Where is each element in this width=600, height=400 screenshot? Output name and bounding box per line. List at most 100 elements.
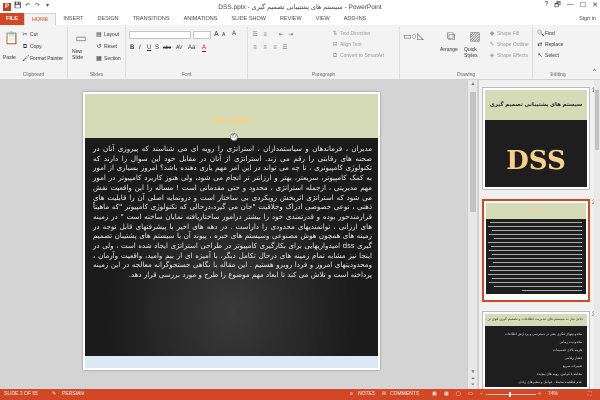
normal-view-icon[interactable]: ▣ xyxy=(432,389,437,400)
thumbnail-subtitle: DSS xyxy=(506,146,566,176)
tab-animations[interactable]: ANIMATIONS xyxy=(177,13,225,25)
close-button[interactable]: ✕ xyxy=(592,1,598,12)
tab-file[interactable]: FILE xyxy=(0,13,24,25)
font-color-button[interactable]: A xyxy=(202,45,207,52)
paint-bucket-icon: ◆ xyxy=(489,31,495,37)
thumbnails-scrollbar-thumb[interactable] xyxy=(595,90,599,150)
notes-button[interactable]: NOTES xyxy=(358,389,375,400)
sign-in-link[interactable]: Sign in xyxy=(579,13,596,25)
paste-button[interactable]: Paste xyxy=(3,55,16,61)
justify-button[interactable]: ☰ xyxy=(282,45,288,51)
character-spacing-button[interactable]: AV xyxy=(176,45,182,51)
numbering-button[interactable]: ≡ xyxy=(262,32,268,38)
shape-fill-button[interactable]: ◆ Shape Fill xyxy=(489,31,520,37)
slide-title[interactable]: مقدمه xyxy=(85,112,378,127)
maximize-button[interactable]: ☐ xyxy=(580,1,586,12)
zoom-slider-handle[interactable] xyxy=(509,392,511,397)
arrange-button[interactable]: Arrange xyxy=(440,47,458,53)
zoom-out-icon[interactable]: − xyxy=(480,389,483,400)
reading-view-icon[interactable]: ▢ xyxy=(456,389,461,400)
tab-review[interactable]: REVIEW xyxy=(273,13,309,25)
slide-thumbnail-3[interactable]: دلایل نیاز به سیستم های مدیریت اطلاعات و… xyxy=(482,311,590,389)
slide-show-icon[interactable]: ▭ xyxy=(468,389,473,400)
zoom-in-icon[interactable]: + xyxy=(538,389,541,400)
reset-label: Reset xyxy=(104,44,118,50)
shadow-button[interactable]: S xyxy=(155,45,159,51)
tab-slide-show[interactable]: SLIDE SHOW xyxy=(224,13,273,25)
quick-styles-icon[interactable]: ▨ xyxy=(468,29,482,43)
italic-button[interactable]: I xyxy=(139,45,141,51)
slide-content-placeholder[interactable]: مدیران ، فرماندهان و سیاستمداران ، استرا… xyxy=(85,138,378,356)
slide-sorter-icon[interactable]: ▦ xyxy=(444,389,449,400)
text-direction-button[interactable]: ⇅ Text Direction xyxy=(332,31,370,37)
new-slide-button[interactable]: New Slide xyxy=(72,49,94,61)
tab-view[interactable]: VIEW xyxy=(309,13,337,25)
quick-styles-button[interactable]: Quick Styles xyxy=(464,47,486,59)
slide-title-placeholder[interactable]: مقدمه xyxy=(85,94,378,138)
shapes-gallery[interactable]: ▭○◺ xyxy=(403,31,424,42)
font-group: A A A B I U S abc AV Aa A Font xyxy=(126,27,248,78)
current-slide[interactable]: مقدمه مدیران ، فرماندهان و سیاستمداران ،… xyxy=(83,92,380,370)
align-center-button[interactable]: ≡ xyxy=(262,45,268,51)
spell-check-icon[interactable]: ✎ xyxy=(52,389,56,400)
bold-button[interactable]: B xyxy=(130,45,134,51)
align-left-button[interactable]: ≡ xyxy=(252,45,258,51)
fit-to-window-icon[interactable]: ⛶ xyxy=(588,389,592,400)
slide-thumbnail-1[interactable]: سیستم های پشتیبانی تصمیم گیری DSS xyxy=(482,87,590,190)
ribbon-display-options-button[interactable]: 🗗 xyxy=(554,1,561,12)
tab-transitions[interactable]: TRANSITIONS xyxy=(126,13,177,25)
tab-home[interactable]: HOME xyxy=(23,13,57,25)
comments-button[interactable]: COMMENTS xyxy=(390,389,419,400)
replace-button[interactable]: ⇄ Replace xyxy=(537,42,563,48)
align-text-button[interactable]: ⊟ Align Text xyxy=(332,42,362,48)
increase-indent-button[interactable]: ⇥ xyxy=(288,32,294,38)
change-case-button[interactable]: Aa xyxy=(188,45,195,51)
decrease-font-size-button[interactable]: A xyxy=(222,32,225,38)
scrollbar-thumb[interactable] xyxy=(470,92,476,212)
tab-design[interactable]: DESIGN xyxy=(91,13,126,25)
paragraph-group-label: Paragraph xyxy=(311,72,336,78)
copy-icon: ⧉ xyxy=(22,44,28,50)
minimize-button[interactable]: — xyxy=(567,1,574,12)
thumbnail-text-line xyxy=(491,246,582,247)
rotate-handle-icon[interactable]: ↻ xyxy=(230,133,238,141)
font-name-select[interactable] xyxy=(129,31,191,39)
help-button[interactable]: ? xyxy=(544,1,548,12)
strikethrough-button[interactable]: abc xyxy=(163,45,171,51)
scroll-up-icon[interactable]: ▲ xyxy=(468,81,478,87)
tab-add-ins[interactable]: ADD-INS xyxy=(337,13,374,25)
copy-button[interactable]: ⧉ Copy xyxy=(22,44,42,50)
shape-outline-button[interactable]: ✎ Shape Outline xyxy=(489,42,528,48)
collapse-ribbon-icon[interactable]: ^ xyxy=(593,69,596,75)
new-slide-icon[interactable]: ▭ xyxy=(74,31,88,45)
next-slide-icon[interactable]: ⏷ xyxy=(468,382,478,388)
zoom-slider-track[interactable] xyxy=(486,394,536,395)
cut-button[interactable]: ✂ Cut xyxy=(22,32,37,38)
shape-effects-button[interactable]: ◈ Shape Effects xyxy=(489,53,528,59)
language-indicator[interactable]: PERSIAN xyxy=(62,389,84,400)
slide-body-text[interactable]: مدیران ، فرماندهان و سیاستمداران ، استرا… xyxy=(93,144,372,280)
paste-icon[interactable]: 📋 xyxy=(4,31,19,45)
select-button[interactable]: ↖ Select xyxy=(537,53,558,59)
underline-button[interactable]: U xyxy=(147,45,151,51)
tab-insert[interactable]: INSERT xyxy=(56,13,90,25)
zoom-level[interactable]: 74% xyxy=(548,389,558,400)
decrease-indent-button[interactable]: ⇤ xyxy=(278,32,284,38)
editor-vertical-scrollbar[interactable]: ▲ ▼ ⏶ ⏷ xyxy=(467,80,477,389)
align-text-label: Align Text xyxy=(340,42,362,48)
clear-formatting-button[interactable]: A xyxy=(232,31,236,37)
reset-button[interactable]: ↺ Reset xyxy=(96,44,117,50)
section-button[interactable]: ▦ Section xyxy=(96,56,121,62)
arrange-icon[interactable]: ⧉ xyxy=(444,29,458,43)
layout-button[interactable]: ▤ Layout xyxy=(96,32,119,38)
slide-thumbnail-2[interactable]: مقدمه xyxy=(482,199,590,302)
bullets-button[interactable]: ☰ xyxy=(252,32,258,38)
scroll-down-icon[interactable]: ▼ xyxy=(468,369,478,375)
convert-to-smartart-button[interactable]: ⧉ Convert to SmartArt xyxy=(332,53,384,59)
increase-font-size-button[interactable]: A xyxy=(214,31,219,38)
font-size-select[interactable] xyxy=(193,31,211,39)
format-painter-button[interactable]: 🖌 Format Painter xyxy=(22,56,63,62)
align-right-button[interactable]: ≡ xyxy=(272,45,278,51)
thumbnails-scrollbar[interactable] xyxy=(594,80,600,389)
find-button[interactable]: 🔍 Find xyxy=(537,31,555,37)
